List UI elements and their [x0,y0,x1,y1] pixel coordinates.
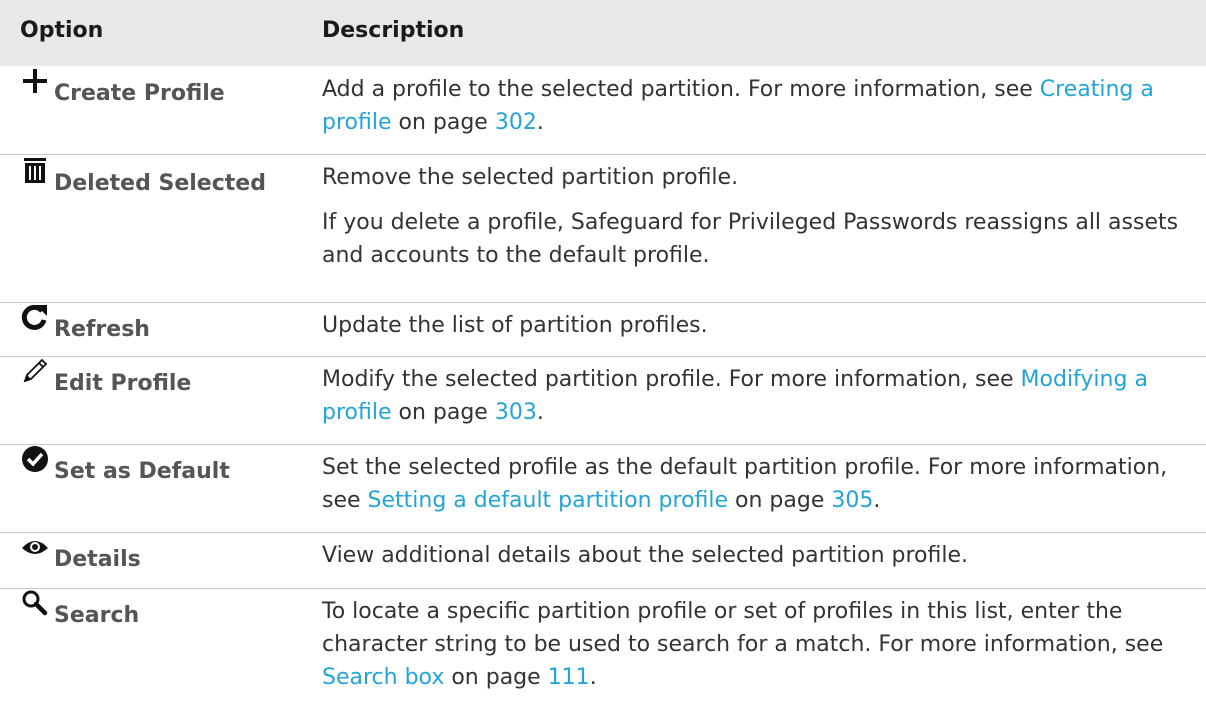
trash-icon [20,156,50,186]
option-cell: Refresh [20,304,305,350]
description-text: Update the list of partition profiles. [322,313,708,338]
description-text: . [589,665,597,690]
description-cell: To locate a specific partition profile o… [322,595,1192,694]
table-row: Deleted Selected Remove the selected par… [0,154,1206,303]
table-row: Create Profile Add a profile to the sele… [0,66,1206,155]
table-row: Set as Default Set the selected profile … [0,444,1206,533]
plus-icon [20,66,50,96]
setting-default-partition-profile-link[interactable]: Setting a default partition profile [368,488,729,513]
search-box-link[interactable]: Search box [322,665,444,690]
description-cell: Update the list of partition profiles. [322,309,1192,342]
checkmark-circle-icon [20,444,50,474]
search-icon [20,588,50,618]
option-cell: Deleted Selected [20,158,305,204]
option-cell: Details [20,540,305,580]
deleted-selected-label: Deleted Selected [54,171,266,196]
page-111-link[interactable]: 111 [548,665,590,690]
page-305-link[interactable]: 305 [831,488,873,513]
description-text: Remove the selected partition profile. [322,165,739,190]
description-column-header: Description [322,18,465,43]
details-label: Details [54,547,141,572]
table-row: Edit Profile Modify the selected partiti… [0,356,1206,445]
option-cell: Create Profile [20,69,305,114]
option-column-header: Option [20,18,104,43]
description-text: If you delete a profile, Safeguard for P… [322,210,1179,268]
edit-profile-label: Edit Profile [54,371,192,396]
description-text: . [536,400,544,425]
description-cell: Add a profile to the selected partition.… [322,73,1192,139]
option-cell: Search [20,590,305,636]
description-text: on page [391,400,495,425]
description-text: . [536,110,544,135]
page-302-link[interactable]: 302 [495,110,537,135]
search-label: Search [54,603,140,628]
table-row: Refresh Update the list of partition pro… [0,302,1206,357]
description-cell: Set the selected profile as the default … [322,451,1192,517]
table-header: Option Description [0,0,1206,66]
option-cell: Edit Profile [20,358,305,404]
table-row: Details View additional details about th… [0,532,1206,589]
refresh-icon [20,302,50,332]
description-text: Add a profile to the selected partition.… [322,77,1040,102]
page-303-link[interactable]: 303 [495,400,537,425]
create-profile-label: Create Profile [54,81,225,106]
description-cell: Modify the selected partition profile. F… [322,363,1192,429]
description-cell: Remove the selected partition profile. I… [322,161,1192,272]
refresh-label: Refresh [54,317,150,342]
option-cell: Set as Default [20,446,305,492]
description-text: To locate a specific partition profile o… [322,599,1164,657]
table-row: Search To locate a specific partition pr… [0,588,1206,708]
description-text: . [873,488,881,513]
options-table: Option Description Create Profile Add a … [0,0,1206,708]
set-as-default-label: Set as Default [54,459,230,484]
eye-icon [20,532,50,562]
description-text: on page [728,488,832,513]
description-cell: View additional details about the select… [322,539,1192,572]
description-text: on page [444,665,548,690]
description-text: View additional details about the select… [322,543,969,568]
pencil-icon [20,356,50,386]
description-text: Modify the selected partition profile. F… [322,367,1021,392]
description-text: on page [391,110,495,135]
